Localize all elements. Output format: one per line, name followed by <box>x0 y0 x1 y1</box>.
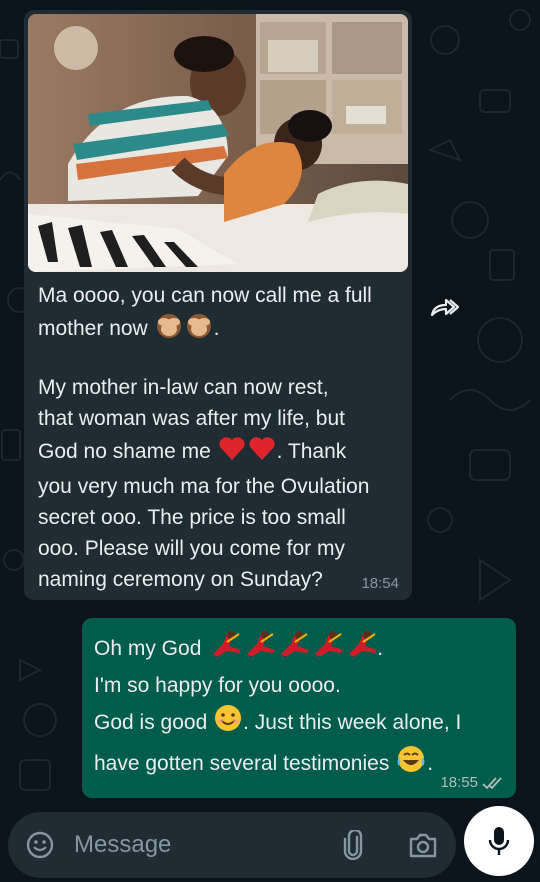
incoming-message-text-2: My mother in-law can now rest, that woma… <box>38 376 370 591</box>
red-heart-emoji <box>247 434 277 471</box>
red-heart-emoji <box>217 434 247 471</box>
message-photo[interactable] <box>28 14 408 272</box>
outgoing-meta: 18:55 <box>440 774 504 791</box>
incoming-timestamp: 18:54 <box>361 575 399 592</box>
tears-of-joy-emoji <box>395 744 427 785</box>
double-check-icon <box>482 776 502 789</box>
forward-icon <box>430 298 460 317</box>
paperclip-icon[interactable] <box>342 830 364 860</box>
incoming-message-bubble[interactable]: Ma oooo, you can now call me a full moth… <box>24 10 412 600</box>
smiling-face-emoji <box>213 703 243 744</box>
message-composer[interactable]: Message <box>8 812 456 878</box>
outgoing-timestamp: 18:55 <box>440 774 478 791</box>
message-input[interactable]: Message <box>74 831 171 859</box>
outgoing-message-text: Oh my God . I'm so happy for you oooo. G… <box>94 630 504 785</box>
camera-icon[interactable] <box>408 831 438 859</box>
emoji-icon[interactable] <box>26 831 54 859</box>
outgoing-message-bubble[interactable]: Oh my God . I'm so happy for you oooo. G… <box>82 618 516 798</box>
microphone-icon <box>488 827 510 855</box>
see-no-evil-monkey-emoji <box>154 311 184 348</box>
see-no-evil-monkey-emoji <box>184 311 214 348</box>
microphone-button[interactable] <box>464 806 534 876</box>
incoming-message-text: Ma oooo, you can now call me a full moth… <box>28 272 408 348</box>
forward-button[interactable] <box>426 288 464 326</box>
dancing-woman-emoji-row <box>207 630 379 669</box>
